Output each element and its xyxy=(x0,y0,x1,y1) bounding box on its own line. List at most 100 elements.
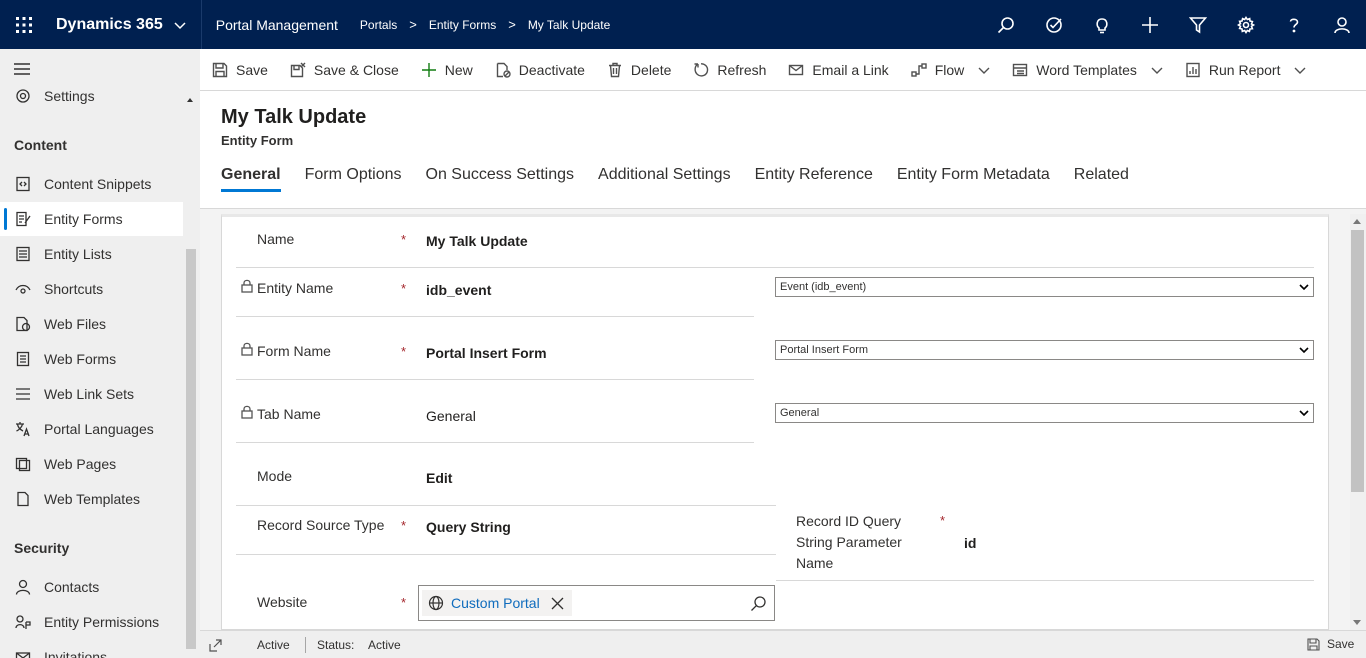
chevron-down-icon[interactable] xyxy=(1151,64,1163,76)
tab-name-select[interactable]: General xyxy=(775,403,1314,423)
mode-field[interactable]: Edit xyxy=(426,470,452,486)
search-icon[interactable] xyxy=(750,595,767,612)
sidebar-item-content-snippets[interactable]: Content Snippets xyxy=(0,167,183,201)
breadcrumb-entity-forms[interactable]: Entity Forms xyxy=(429,18,496,32)
command-bar: Save Save & Close New Deactivate Delete … xyxy=(200,49,1366,91)
collapse-up-icon[interactable] xyxy=(187,98,193,102)
scroll-down-arrow-icon[interactable] xyxy=(1353,620,1361,625)
save-icon xyxy=(1307,637,1320,651)
row-divider xyxy=(776,580,1314,581)
sidebar-section-content: Content xyxy=(14,137,67,153)
status-label: Status: xyxy=(317,638,355,652)
sidebar-item-label: Entity Forms xyxy=(44,211,123,227)
run-report-button[interactable]: Run Report xyxy=(1185,62,1307,78)
sidebar-item-shortcuts[interactable]: Shortcuts xyxy=(0,272,183,306)
footer-save-button[interactable]: Save xyxy=(1307,637,1354,651)
task-button[interactable] xyxy=(1030,0,1078,49)
refresh-icon xyxy=(694,62,709,77)
chevron-down-icon[interactable] xyxy=(173,18,187,32)
website-lookup[interactable]: Custom Portal xyxy=(418,585,775,621)
sidebar-item-label: Web Link Sets xyxy=(44,386,135,402)
globe-icon xyxy=(428,595,444,611)
sidebar-item-web-templates[interactable]: Web Templates xyxy=(0,482,183,516)
sidebar-item-portal-languages[interactable]: Portal Languages xyxy=(0,412,183,446)
status-divider xyxy=(305,637,306,653)
sidebar-item-web-forms[interactable]: Web Forms xyxy=(0,342,183,376)
form-name-select[interactable]: Portal Insert Form xyxy=(775,340,1314,360)
form-name-field[interactable]: Portal Insert Form xyxy=(426,345,547,361)
sidebar-item-label: Web Files xyxy=(44,316,106,332)
sidebar-item-contacts[interactable]: Contacts xyxy=(0,570,183,604)
tab-general[interactable]: General xyxy=(221,166,281,192)
sidebar-item-web-link-sets[interactable]: Web Link Sets xyxy=(0,377,183,411)
deactivate-button[interactable]: Deactivate xyxy=(495,62,585,78)
mode-label: Mode xyxy=(257,468,293,484)
record-source-type-field[interactable]: Query String xyxy=(426,519,511,535)
email-link-button[interactable]: Email a Link xyxy=(788,62,889,78)
help-icon xyxy=(1289,18,1299,32)
area-name[interactable]: Portal Management xyxy=(216,17,338,33)
tab-form-options[interactable]: Form Options xyxy=(305,166,402,190)
sidebar-item-entity-permissions[interactable]: Entity Permissions xyxy=(0,605,183,639)
ideas-button[interactable] xyxy=(1078,0,1126,49)
required-indicator: * xyxy=(401,344,407,359)
shortcut-icon xyxy=(14,280,32,298)
sidebar-item-web-files[interactable]: Web Files xyxy=(0,307,183,341)
sidebar-item-web-pages[interactable]: Web Pages xyxy=(0,447,183,481)
chevron-down-icon[interactable] xyxy=(978,64,990,76)
sidebar-item-entity-forms[interactable]: Entity Forms xyxy=(0,202,183,236)
new-record-button[interactable]: New xyxy=(421,62,473,78)
breadcrumb-portals[interactable]: Portals xyxy=(360,18,397,32)
record-source-type-label: Record Source Type xyxy=(257,517,385,533)
app-launcher-button[interactable] xyxy=(0,0,48,49)
settings-button[interactable] xyxy=(1222,0,1270,49)
save-and-close-button[interactable]: Save & Close xyxy=(290,62,399,78)
chevron-down-icon[interactable] xyxy=(1294,64,1306,76)
sidebar-item-settings[interactable]: Settings xyxy=(0,79,183,113)
entity-name-field[interactable]: idb_event xyxy=(426,282,491,298)
status-value: Active xyxy=(368,638,401,652)
tab-additional-settings[interactable]: Additional Settings xyxy=(598,166,731,190)
gear-icon xyxy=(1237,15,1255,34)
lock-icon xyxy=(241,342,253,356)
entity-name-select[interactable]: Event (idb_event) xyxy=(775,277,1314,297)
tab-related[interactable]: Related xyxy=(1074,166,1129,190)
scroll-up-arrow-icon[interactable] xyxy=(1353,219,1361,224)
gear-icon xyxy=(14,87,32,105)
sidebar-item-entity-lists[interactable]: Entity Lists xyxy=(0,237,183,271)
app-name[interactable]: Dynamics 365 xyxy=(56,16,163,34)
sidebar-scrollbar[interactable] xyxy=(186,249,196,649)
tab-name-field[interactable]: General xyxy=(426,408,476,424)
tab-entity-form-metadata[interactable]: Entity Form Metadata xyxy=(897,166,1050,190)
tab-on-success-settings[interactable]: On Success Settings xyxy=(426,166,575,190)
language-icon xyxy=(14,420,32,438)
close-icon[interactable] xyxy=(551,597,564,610)
word-templates-button[interactable]: Word Templates xyxy=(1012,62,1163,78)
lock-icon xyxy=(241,279,253,293)
hamburger-menu-icon[interactable] xyxy=(14,63,30,75)
user-profile-button[interactable] xyxy=(1318,0,1366,49)
row-divider xyxy=(236,554,776,555)
refresh-button[interactable]: Refresh xyxy=(693,62,766,78)
help-button[interactable] xyxy=(1270,0,1318,49)
website-value[interactable]: Custom Portal xyxy=(451,595,540,611)
flow-button[interactable]: Flow xyxy=(910,62,991,78)
required-indicator: * xyxy=(940,513,946,528)
record-id-param-field[interactable]: id xyxy=(964,535,976,551)
chevron-right-icon: > xyxy=(409,17,417,32)
open-in-new-window-icon[interactable] xyxy=(209,639,222,652)
main-scrollbar-thumb[interactable] xyxy=(1351,230,1364,492)
website-chip[interactable]: Custom Portal xyxy=(422,590,572,616)
filter-button[interactable] xyxy=(1174,0,1222,49)
invitation-icon xyxy=(14,648,32,658)
new-button[interactable] xyxy=(1126,0,1174,49)
name-field[interactable]: My Talk Update xyxy=(426,233,528,249)
sidebar-item-invitations[interactable]: Invitations xyxy=(0,640,183,658)
tab-name-label: Tab Name xyxy=(257,406,321,422)
save-button[interactable]: Save xyxy=(212,62,268,78)
delete-button[interactable]: Delete xyxy=(607,62,671,78)
record-title: My Talk Update xyxy=(221,106,367,128)
search-button[interactable] xyxy=(982,0,1030,49)
row-divider xyxy=(236,442,754,443)
tab-entity-reference[interactable]: Entity Reference xyxy=(755,166,873,190)
